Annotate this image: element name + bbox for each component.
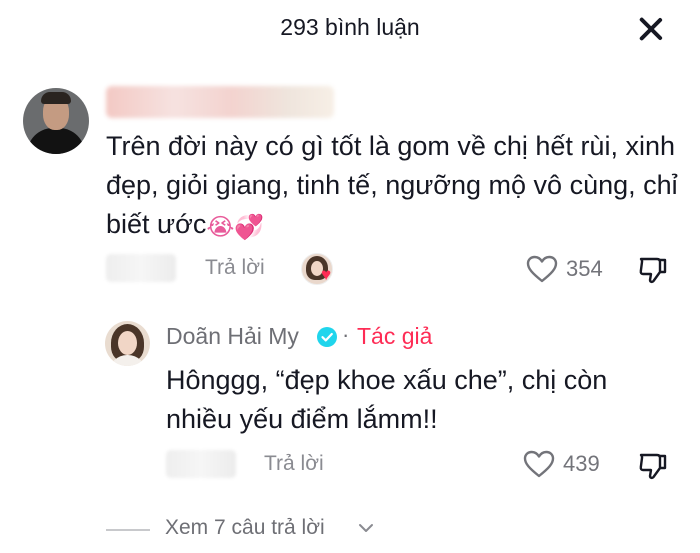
reply-body: Hônggg, “đẹp khoe xấu che”, chị còn nhiều… — [166, 361, 686, 439]
dislike-icon[interactable] — [637, 254, 669, 286]
like-count: 439 — [563, 451, 600, 476]
close-icon[interactable] — [636, 14, 666, 44]
heart-icon: ♥ — [321, 265, 332, 284]
divider-line — [106, 529, 150, 531]
comment-body: Trên đời này có gì tốt là gom về chị hết… — [106, 127, 691, 247]
comments-header: 293 bình luận — [0, 0, 700, 58]
author-name[interactable]: Doãn Hải My — [166, 323, 299, 350]
blurred-date — [106, 254, 176, 282]
chevron-down-icon — [359, 524, 373, 532]
author-avatar[interactable] — [105, 321, 150, 366]
like-count: 354 — [566, 256, 603, 281]
separator-dot: · — [342, 322, 350, 347]
crying-emoji: 😭 — [206, 214, 235, 241]
heart-outline-icon — [523, 450, 555, 478]
comment-text: Trên đời này có gì tốt là gom về chị hết… — [106, 131, 678, 239]
reply-text-line-2: nhiều yếu điểm lắmm!! — [166, 404, 438, 434]
verified-badge-icon — [317, 327, 337, 347]
blurred-username — [106, 86, 334, 118]
view-replies-label: Xem 7 câu trả lời — [165, 516, 325, 539]
reply-text-line-1: Hônggg, “đẹp khoe xấu che”, chị còn — [166, 365, 608, 395]
comment-count-title: 293 bình luận — [280, 14, 420, 40]
dislike-icon[interactable] — [637, 450, 669, 482]
reply-button[interactable]: Trả lời — [264, 452, 324, 476]
hearts-emoji: 💞 — [234, 214, 265, 241]
creator-liked-badge: ♥ — [301, 253, 337, 285]
commenter-avatar[interactable] — [23, 88, 89, 154]
author-badge: Tác giả — [357, 323, 433, 349]
heart-outline-icon — [526, 255, 558, 283]
reply-button[interactable]: Trả lời — [205, 256, 265, 280]
blurred-date — [166, 450, 236, 478]
